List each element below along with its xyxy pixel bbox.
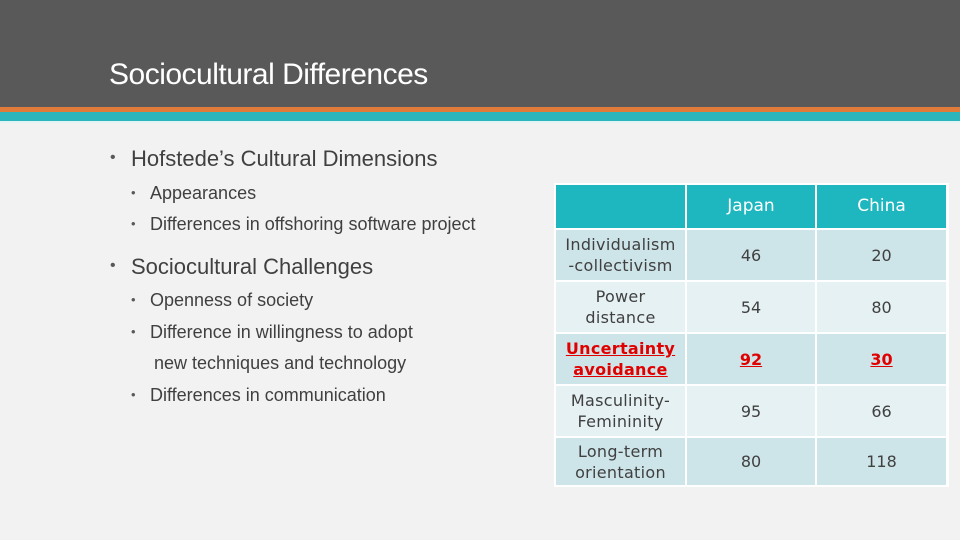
sub-bullet-openness: • Openness of society [131, 290, 313, 311]
row-label-line: Individualism [565, 235, 676, 254]
table-row: Long-term orientation 80 118 [556, 438, 946, 485]
bullet-icon: • [131, 386, 136, 402]
row-label-line: avoidance [573, 360, 668, 379]
accent-stripe-teal [0, 112, 960, 121]
bullet-text: Openness of society [150, 290, 314, 310]
bullet-challenges: • Sociocultural Challenges [110, 254, 373, 280]
table-row: Power distance 54 80 [556, 282, 946, 332]
row-label-line: Long-term [577, 441, 664, 461]
bullet-icon: • [131, 323, 136, 339]
bullet-icon: • [110, 149, 116, 167]
bullet-text: Appearances [150, 183, 257, 203]
cell-japan: 92 [687, 334, 815, 384]
row-label: Masculinity- Femininity [556, 386, 685, 436]
table-header-row: Japan China [556, 185, 946, 228]
cell-china: 80 [817, 282, 946, 332]
row-label-line: Masculinity- [570, 391, 671, 410]
row-label-line: -collectivism [568, 256, 673, 275]
sub-bullet-appearances: • Appearances [131, 183, 256, 204]
table-row-highlighted: Uncertainty avoidance 92 30 [556, 334, 946, 384]
row-label-line: Power [595, 287, 646, 306]
sub-bullet-communication: • Differences in communication [131, 385, 386, 406]
bullet-text: new techniques and technology [154, 353, 407, 373]
row-label: Individualism -collectivism [556, 230, 685, 280]
row-label: Power distance [556, 282, 685, 332]
cell-japan: 46 [687, 230, 815, 280]
row-label-line: distance [585, 308, 656, 327]
bullet-text: Differences in offshoring software proje… [150, 214, 476, 234]
column-header-japan: Japan [687, 185, 815, 228]
cell-japan: 80 [687, 438, 815, 485]
column-header-china: China [817, 185, 946, 228]
row-label-line: orientation [575, 462, 666, 482]
bullet-icon: • [131, 291, 136, 307]
cell-japan: 54 [687, 282, 815, 332]
row-label-line: Uncertainty [565, 339, 676, 358]
row-label: Uncertainty avoidance [556, 334, 685, 384]
hofstede-table: Japan China Individualism -collectivism 4… [554, 183, 949, 487]
bullet-icon: • [131, 215, 136, 231]
sub-bullet-offshoring: • Differences in offshoring software proj… [131, 214, 476, 235]
bullet-icon: • [131, 184, 136, 200]
cell-china: 30 [817, 334, 946, 384]
cell-china: 66 [817, 386, 946, 436]
row-label-line: Femininity [577, 412, 664, 431]
bullet-text: Differences in communication [150, 385, 386, 405]
table-row: Individualism -collectivism 46 20 [556, 230, 946, 280]
cell-china: 118 [817, 438, 946, 485]
cell-japan: 95 [687, 386, 815, 436]
column-header-dimension [556, 185, 685, 228]
table-row: Masculinity- Femininity 95 66 [556, 386, 946, 436]
bullet-text: Difference in willingness to adopt [150, 322, 413, 342]
bullet-text: Sociocultural Challenges [131, 254, 374, 279]
cell-china: 20 [817, 230, 946, 280]
row-label: Long-term orientation [556, 438, 685, 485]
bullet-icon: • [110, 257, 116, 275]
hofstede-table-grid: Japan China Individualism -collectivism 4… [554, 183, 948, 487]
bullet-text: Hofstede’s Cultural Dimensions [131, 146, 438, 171]
sub-bullet-willingness: • Difference in willingness to adopt [131, 322, 413, 343]
sub-bullet-willingness-continued: new techniques and technology [154, 353, 406, 374]
bullet-hofstede: • Hofstede’s Cultural Dimensions [110, 146, 438, 172]
slide-title: Sociocultural Differences [109, 58, 428, 91]
accent-stripe-light [0, 121, 960, 123]
